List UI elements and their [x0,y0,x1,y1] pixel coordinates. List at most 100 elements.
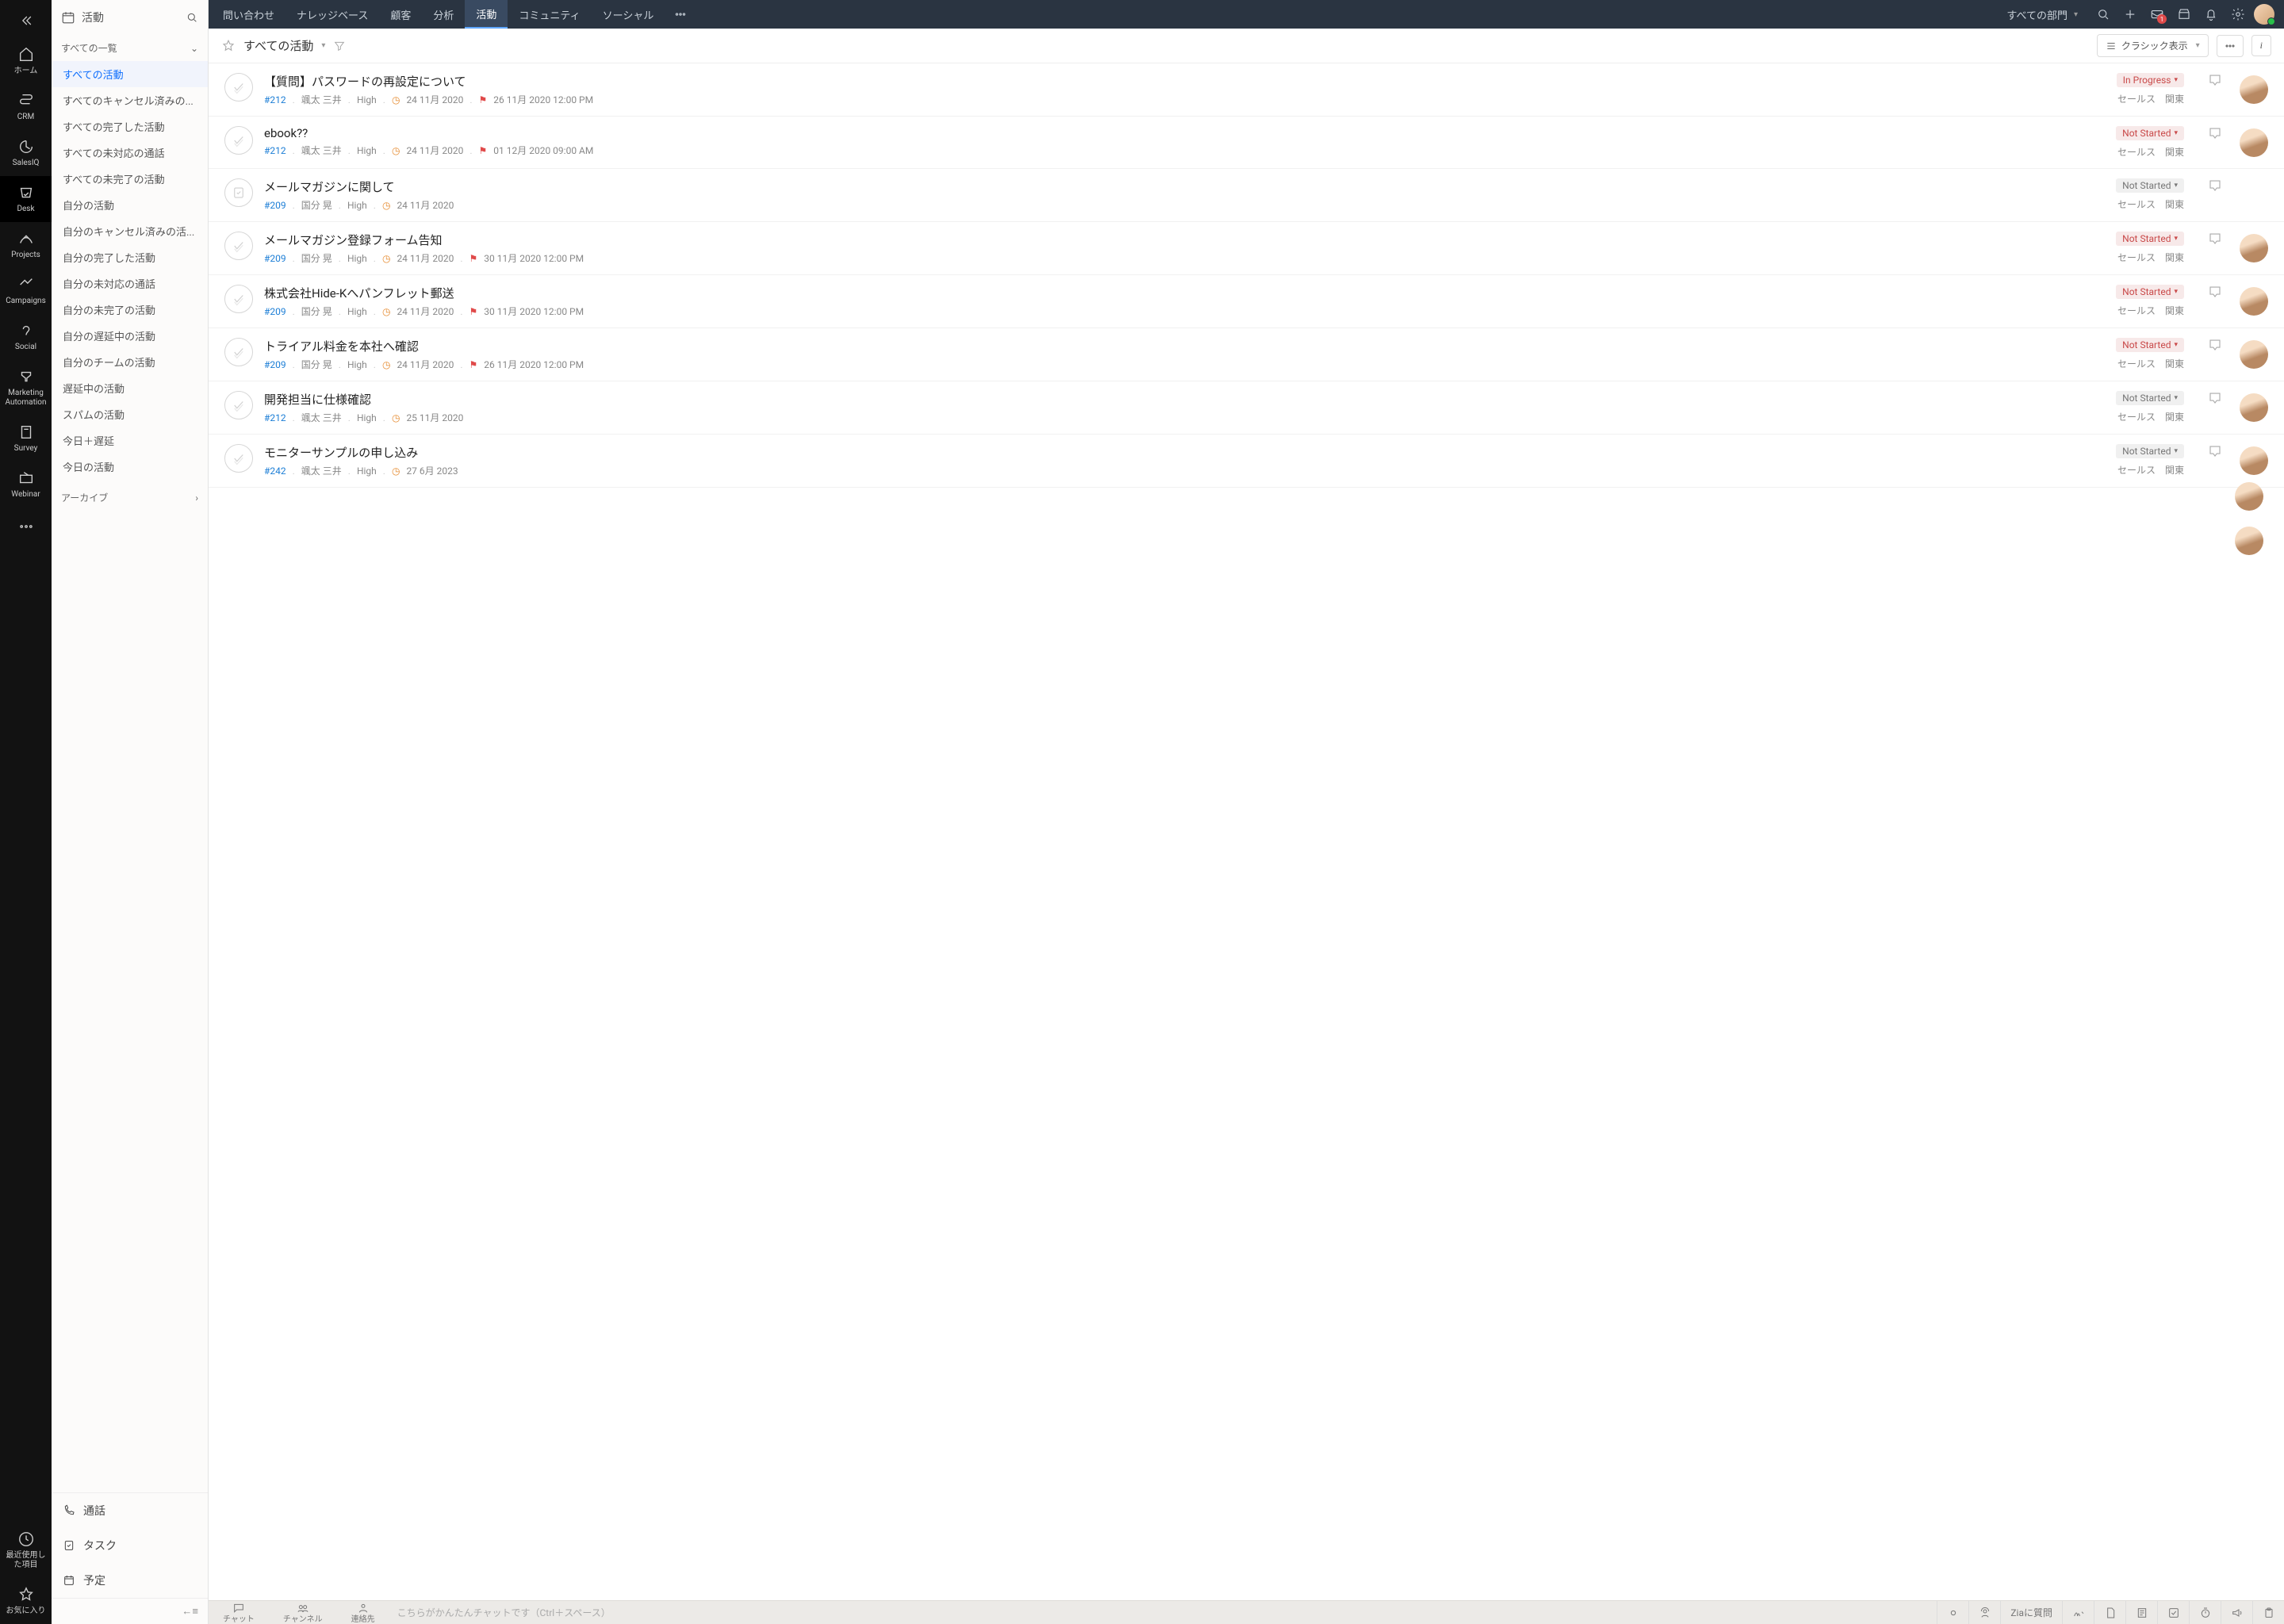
tab-1[interactable]: ナレッジベース [286,0,379,29]
footer-announce-icon[interactable] [2221,1601,2252,1624]
zia-button[interactable]: Ziaに質問 [2000,1601,2062,1624]
rail-item-campaigns[interactable]: Campaigns [0,268,52,314]
sidebar-item[interactable]: すべての活動 [52,61,208,87]
rail-item-social[interactable]: Social [0,314,52,360]
rail-item-desk[interactable]: Desk [0,176,52,222]
view-mode-picker[interactable]: クラシック表示 [2097,34,2209,57]
comment-icon[interactable] [2202,73,2228,90]
footer-check-icon[interactable] [2157,1601,2189,1624]
status-badge[interactable]: Not Started ▾ [2116,178,2184,193]
complete-toggle[interactable] [224,285,253,313]
rail-item-webinar[interactable]: Webinar [0,462,52,508]
avatar[interactable] [2235,482,2263,511]
footer-timer-icon[interactable] [2189,1601,2221,1624]
footer-doc-icon[interactable] [2094,1601,2125,1624]
sidebar-item[interactable]: 自分の遅延中の活動 [52,323,208,349]
inbox-icon[interactable]: 1 [2146,3,2168,25]
complete-toggle[interactable] [224,178,253,207]
avatar[interactable] [2235,527,2263,555]
assignee-avatar[interactable] [2240,340,2268,369]
footer-tab[interactable]: チャンネル [269,1602,337,1624]
sidebar-item[interactable]: すべての完了した活動 [52,113,208,140]
search-icon[interactable] [2092,3,2114,25]
rail-more-icon[interactable] [7,508,45,549]
activity-row[interactable]: トライアル料金を本社へ確認#209.国分 晃.High.◷ 24 11月 202… [209,328,2284,381]
ticket-id[interactable]: #212 [264,412,286,423]
status-badge[interactable]: Not Started ▾ [2116,444,2184,458]
ticket-id[interactable]: #209 [264,200,286,211]
info-button[interactable]: i [2251,35,2271,56]
ticket-id[interactable]: #209 [264,306,286,317]
status-badge[interactable]: Not Started ▾ [2116,391,2184,405]
chat-input[interactable]: こちらがかんたんチャットです（Ctrl＋スペース） [389,1606,1937,1619]
footer-clipboard-icon[interactable] [2252,1601,2284,1624]
assignee-avatar[interactable] [2240,128,2268,157]
search-icon[interactable] [186,11,198,24]
tab-6[interactable]: ソーシャル [592,0,665,29]
rail-favorite[interactable]: お気に入り [0,1578,52,1624]
sidebar-collapse-icon[interactable]: ←≡ [52,1598,208,1624]
status-badge[interactable]: In Progress ▾ [2117,73,2184,87]
comment-icon[interactable] [2202,126,2228,144]
sidebar-item[interactable]: 自分の活動 [52,192,208,218]
filter-icon[interactable] [333,40,346,52]
more-actions-button[interactable] [2217,35,2244,57]
assignee-avatar[interactable] [2240,287,2268,316]
sidebar-item[interactable]: 今日の活動 [52,454,208,480]
status-badge[interactable]: Not Started ▾ [2116,126,2184,140]
sidebar-cat-event[interactable]: 予定 [52,1563,208,1598]
rail-item-projects[interactable]: Projects [0,222,52,268]
comment-icon[interactable] [2202,338,2228,355]
sidebar-cat-call[interactable]: 通話 [52,1493,208,1528]
status-badge[interactable]: Not Started ▾ [2116,232,2184,246]
sidebar-item[interactable]: 今日＋遅延 [52,427,208,454]
activity-row[interactable]: メールマガジン登録フォーム告知#209.国分 晃.High.◷ 24 11月 2… [209,222,2284,275]
rail-item-crm[interactable]: CRM [0,84,52,130]
sidebar-item[interactable]: 遅延中の活動 [52,375,208,401]
ticket-id[interactable]: #209 [264,359,286,370]
tab-0[interactable]: 問い合わせ [212,0,286,29]
assignee-avatar[interactable] [2240,393,2268,422]
add-icon[interactable] [2119,3,2141,25]
rail-item-salesiq[interactable]: SalesIQ [0,130,52,176]
footer-signature-icon[interactable] [2062,1601,2094,1624]
complete-toggle[interactable] [224,73,253,102]
tab-4[interactable]: 活動 [465,0,508,29]
activity-row[interactable]: 【質問】パスワードの再設定について#212.颯太 三井.High.◷ 24 11… [209,63,2284,117]
activity-row[interactable]: モニターサンプルの申し込み#242.颯太 三井.High.◷ 27 6月 202… [209,435,2284,488]
comment-icon[interactable] [2202,391,2228,408]
sidebar-item[interactable]: すべての未対応の通話 [52,140,208,166]
rail-recent[interactable]: 最近使用した項目 [0,1522,52,1578]
rail-item-marketing-automation[interactable]: Marketing Automation [0,360,52,416]
sidebar-cat-task[interactable]: タスク [52,1528,208,1563]
sidebar-item[interactable]: 自分の完了した活動 [52,244,208,270]
sidebar-archive[interactable]: アーカイブ › [52,485,208,511]
sidebar-item[interactable]: 自分の未対応の通話 [52,270,208,297]
complete-toggle[interactable] [224,126,253,155]
activity-row[interactable]: メールマガジンに関して#209.国分 晃.High.◷ 24 11月 2020N… [209,169,2284,222]
rail-item-ホーム[interactable]: ホーム [0,38,52,84]
sidebar-item[interactable]: 自分のチームの活動 [52,349,208,375]
sidebar-item[interactable]: 自分のキャンセル済みの活... [52,218,208,244]
activity-row[interactable]: 株式会社Hide-Kへパンフレット郵送#209.国分 晃.High.◷ 24 1… [209,275,2284,328]
sidebar-item[interactable]: スパムの活動 [52,401,208,427]
activity-row[interactable]: ebook??#212.颯太 三井.High.◷ 24 11月 2020 . ⚑… [209,117,2284,169]
bell-icon[interactable] [2200,3,2222,25]
complete-toggle[interactable] [224,444,253,473]
footer-record-icon[interactable] [1937,1601,1968,1624]
footer-tab[interactable]: 連絡先 [337,1602,389,1624]
topbar-more-icon[interactable] [669,3,692,25]
status-badge[interactable]: Not Started ▾ [2116,338,2184,352]
sidebar-item[interactable]: すべてのキャンセル済みの... [52,87,208,113]
activity-row[interactable]: 開発担当に仕様確認#212.颯太 三井.High.◷ 25 11月 2020No… [209,381,2284,435]
footer-tab[interactable]: チャット [209,1602,269,1624]
gear-icon[interactable] [2227,3,2249,25]
status-badge[interactable]: Not Started ▾ [2116,285,2184,299]
user-avatar[interactable] [2254,4,2274,25]
ticket-id[interactable]: #212 [264,94,286,105]
footer-agent-icon[interactable] [1968,1601,2000,1624]
ticket-id[interactable]: #212 [264,145,286,156]
complete-toggle[interactable] [224,232,253,260]
complete-toggle[interactable] [224,338,253,366]
sidebar-group-toggle[interactable]: すべての一覧 ⌄ [52,35,208,61]
